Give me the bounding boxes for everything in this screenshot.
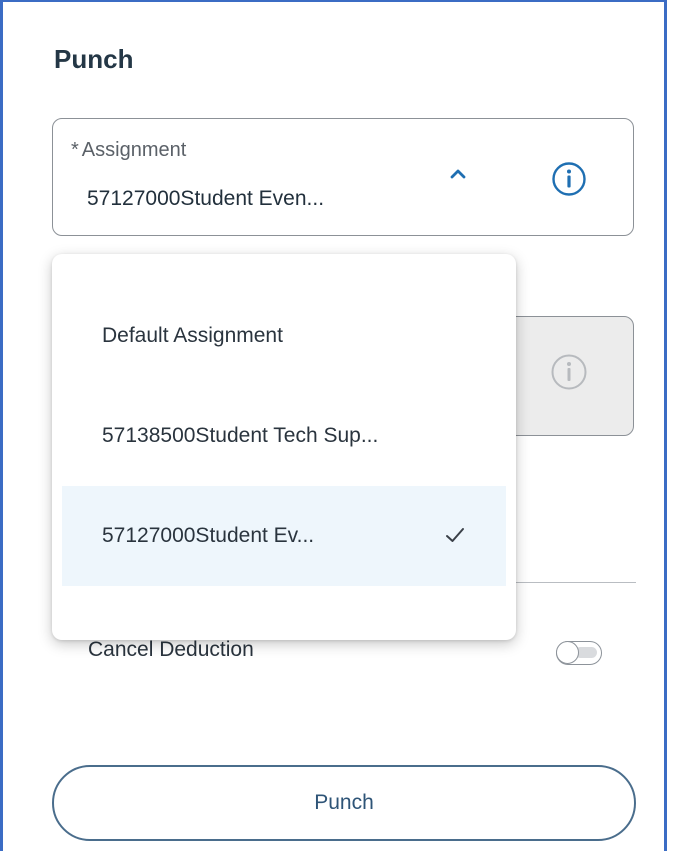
assignment-dropdown: Default Assignment 57138500Student Tech … bbox=[52, 254, 516, 640]
dropdown-option-default-assignment[interactable]: Default Assignment bbox=[62, 286, 506, 386]
dropdown-option-student-events[interactable]: 57127000Student Ev... bbox=[62, 486, 506, 586]
cancel-deduction-label: Cancel Deduction bbox=[88, 638, 254, 661]
punch-button[interactable]: Punch bbox=[52, 765, 636, 841]
page-title: Punch bbox=[54, 44, 134, 74]
check-icon bbox=[446, 528, 464, 542]
info-icon bbox=[551, 354, 587, 390]
option-label: Default Assignment bbox=[102, 324, 283, 347]
assignment-label-group: * Assignment bbox=[71, 139, 186, 162]
assignment-label: Assignment bbox=[81, 139, 187, 161]
cancel-deduction-toggle[interactable] bbox=[556, 641, 602, 665]
assignment-value: 57127000Student Even... bbox=[87, 187, 325, 210]
required-marker: * bbox=[71, 139, 79, 161]
assignment-select[interactable]: * Assignment 57127000Student Even... bbox=[52, 118, 634, 236]
toggle-knob bbox=[556, 641, 579, 664]
dropdown-option-tech-support[interactable]: 57138500Student Tech Sup... bbox=[62, 386, 506, 486]
option-label: 57138500Student Tech Sup... bbox=[102, 424, 379, 447]
option-label: 57127000Student Ev... bbox=[102, 524, 315, 547]
info-icon[interactable] bbox=[551, 161, 587, 197]
chevron-up-icon[interactable] bbox=[447, 163, 469, 185]
